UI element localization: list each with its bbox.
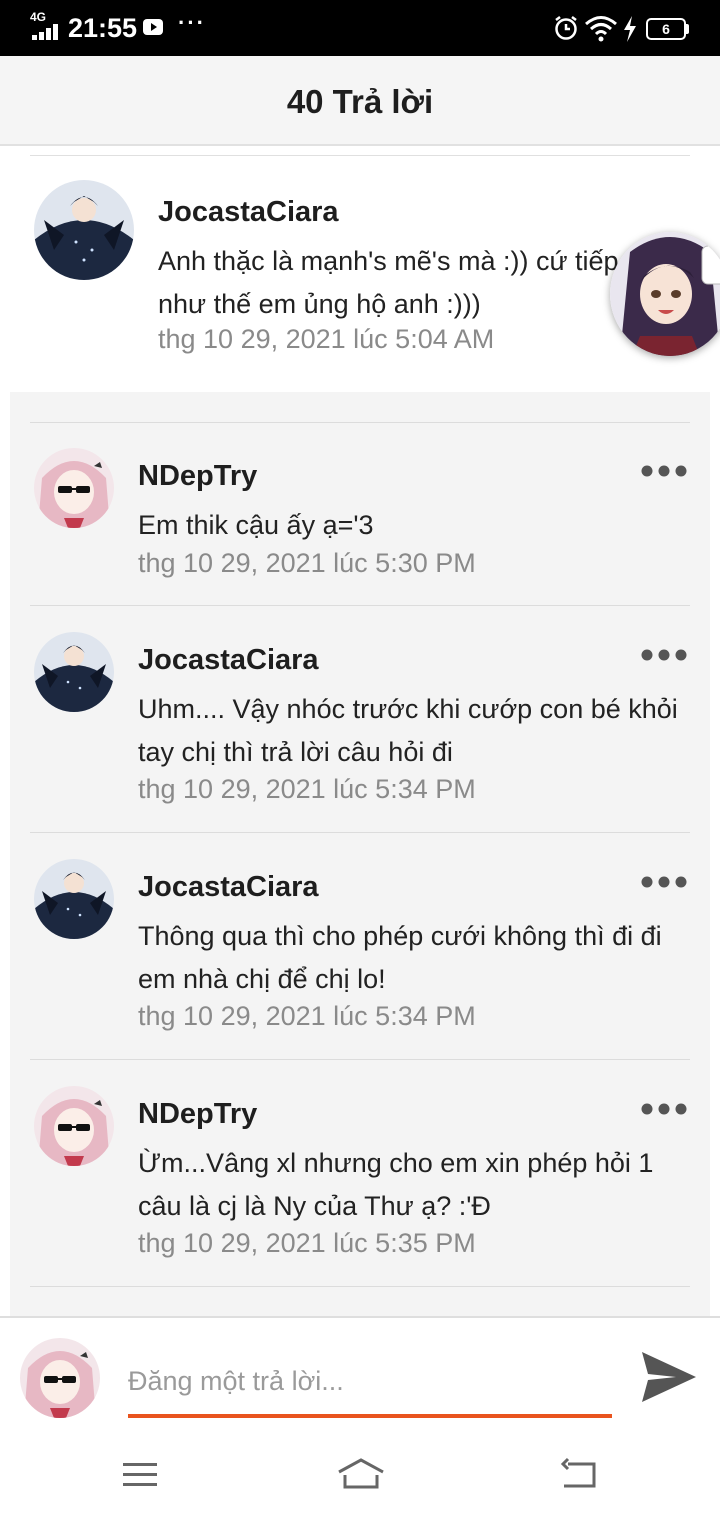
- floating-chat-head[interactable]: [610, 232, 720, 356]
- reply-author[interactable]: NDepTry: [138, 1098, 257, 1131]
- reply-author[interactable]: JocastaCiara: [138, 644, 319, 677]
- avatar[interactable]: [34, 632, 114, 712]
- avatar[interactable]: [34, 448, 114, 528]
- reply-item: JocastaCiara Thông qua thì cho phép cưới…: [10, 833, 710, 1060]
- reply-timestamp: thg 10 29, 2021 lúc 5:34 PM: [138, 1001, 476, 1031]
- replies-thread[interactable]: JocastaCiara Anh thặc là mạnh's mẽ's mà …: [0, 148, 720, 1316]
- reply-timestamp: thg 10 29, 2021 lúc 5:35 PM: [138, 1228, 476, 1258]
- wifi-icon: [585, 16, 617, 42]
- signal-icon: [32, 24, 60, 40]
- home-icon[interactable]: [336, 1456, 386, 1492]
- more-options-icon[interactable]: [640, 1102, 688, 1116]
- back-icon[interactable]: [560, 1456, 600, 1492]
- charging-icon: [624, 16, 636, 42]
- reply-item: NDepTry Em thik cậu ấy ạ='3 thg 10 29, 2…: [10, 422, 710, 606]
- reply-item: JocastaCiara Uhm.... Vậy nhóc trước khi …: [10, 606, 710, 833]
- avatar[interactable]: [34, 859, 114, 939]
- status-bar: 4G 21:55 ··· 6: [0, 0, 720, 56]
- alarm-icon: [555, 16, 577, 40]
- reply-message: Em thik cậu ấy ạ='3: [138, 510, 374, 540]
- avatar: [20, 1338, 100, 1418]
- reply-message: Ừm...Vâng xl nhưng cho em xin phép hỏi 1…: [138, 1148, 654, 1221]
- avatar[interactable]: [34, 1086, 114, 1166]
- reply-input[interactable]: [128, 1348, 612, 1418]
- more-notifications-icon: ···: [178, 10, 206, 35]
- more-options-icon[interactable]: [640, 875, 688, 889]
- reply-author[interactable]: NDepTry: [138, 460, 257, 493]
- reply-message: Uhm.... Vậy nhóc trước khi cướp con bé k…: [138, 694, 678, 767]
- divider: [30, 1286, 690, 1287]
- reply-timestamp: thg 10 29, 2021 lúc 5:30 PM: [138, 548, 476, 578]
- more-options-icon[interactable]: [640, 464, 688, 478]
- more-options-icon[interactable]: [640, 648, 688, 662]
- clock: 21:55: [68, 13, 138, 43]
- comment-timestamp: thg 10 29, 2021 lúc 5:04 AM: [158, 324, 495, 354]
- video-notification-icon: [143, 19, 163, 35]
- reply-message: Thông qua thì cho phép cưới không thì đi…: [138, 921, 662, 994]
- reply-composer: [0, 1316, 720, 1436]
- comment-author[interactable]: JocastaCiara: [158, 196, 339, 229]
- menu-icon[interactable]: [120, 1456, 160, 1492]
- battery-level: 6: [662, 21, 670, 37]
- reply-author[interactable]: JocastaCiara: [138, 871, 319, 904]
- page-title: 40 Trả lời: [286, 83, 434, 120]
- comment-message: Anh thặc là mạnh's mẽ's mà :)) cứ tiếp n…: [158, 246, 619, 319]
- send-icon[interactable]: [640, 1350, 698, 1404]
- app-header: 40 Trả lời: [0, 56, 720, 146]
- system-nav-bar: [0, 1436, 720, 1520]
- network-type: 4G: [30, 10, 47, 24]
- reply-timestamp: thg 10 29, 2021 lúc 5:34 PM: [138, 774, 476, 804]
- battery-tip: [686, 24, 689, 34]
- avatar[interactable]: [34, 180, 134, 280]
- reply-item: NDepTry Ừm...Vâng xl nhưng cho em xin ph…: [10, 1060, 710, 1287]
- battery-indicator: 6: [646, 18, 686, 40]
- reply-list: NDepTry Em thik cậu ấy ạ='3 thg 10 29, 2…: [10, 392, 710, 1316]
